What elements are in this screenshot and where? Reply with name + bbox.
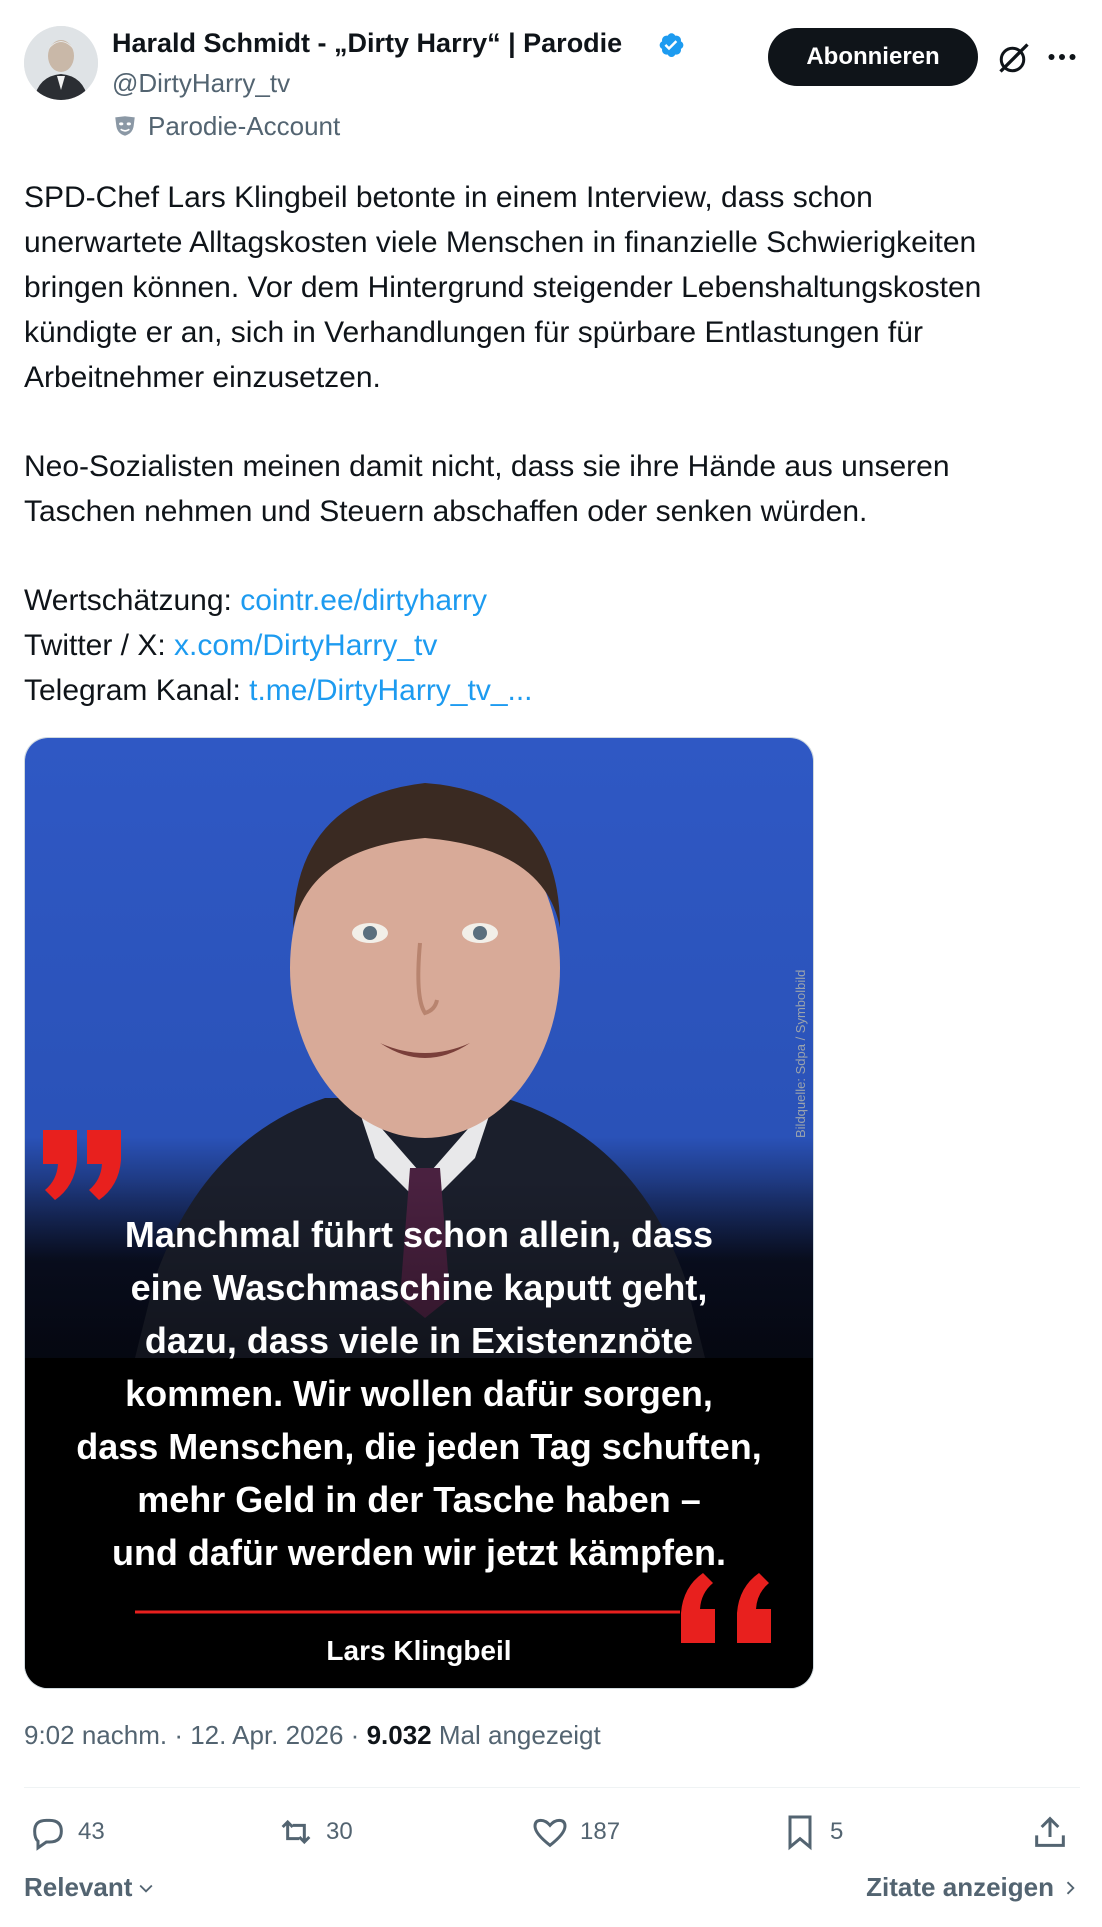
parody-account-row: Parodie-Account (112, 110, 340, 142)
link-label: Telegram Kanal: (24, 674, 241, 707)
tweet-text-line: Neo-Sozialisten meinen damit nicht, dass… (24, 450, 950, 483)
quote-author: Lars Klingbeil (326, 1635, 512, 1666)
more-options-icon[interactable] (1044, 42, 1080, 72)
avatar-image (24, 26, 98, 100)
tip-link[interactable]: cointr.ee/dirtyharry (240, 584, 487, 617)
view-count: 9.032 (366, 1720, 432, 1750)
sort-replies-dropdown[interactable]: Relevant (24, 1872, 156, 1903)
twitter-link[interactable]: x.com/DirtyHarry_tv (174, 629, 437, 662)
tweet-meta: 9:02 nachm. · 12. Apr. 2026 · 9.032 Mal … (24, 1720, 601, 1751)
parody-mask-icon (115, 116, 135, 136)
avatar[interactable] (24, 26, 98, 100)
handle[interactable]: @DirtyHarry_tv (112, 68, 290, 99)
quote-line: und dafür werden wir jetzt kämpfen. (111, 1532, 727, 1573)
link-row-tip: Wertschätzung: cointr.ee/dirtyharry (24, 583, 487, 619)
display-name[interactable]: Harald Schmidt - „Dirty Harry“ | Parodie (112, 28, 622, 59)
tweet-date[interactable]: 12. Apr. 2026 (190, 1720, 343, 1750)
bookmark-button[interactable]: 5 (780, 1808, 843, 1856)
parody-account-label: Parodie-Account (148, 110, 341, 141)
quote-line: dazu, dass viele in Existenznöte (144, 1320, 694, 1361)
like-button[interactable]: 187 (530, 1808, 620, 1856)
tweet-text-line: unerwartete Alltagskosten viele Menschen… (24, 226, 977, 259)
tweet-text-line: kündigte er an, sich in Verhandlungen fü… (24, 316, 923, 349)
sort-label: Relevant (24, 1872, 133, 1902)
share-button[interactable] (1030, 1808, 1070, 1856)
like-count: 187 (580, 1818, 621, 1845)
reply-icon (33, 1818, 63, 1851)
verified-badge-icon[interactable] (656, 30, 686, 60)
bookmark-icon (788, 1815, 812, 1851)
repost-count: 30 (326, 1818, 353, 1845)
tweet-text-line: bringen können. Vor dem Hintergrund stei… (24, 271, 982, 304)
chevron-right-icon (1066, 1881, 1075, 1894)
quote-text: Manchmal führt schon allein, dass eine W… (25, 1208, 813, 1579)
quotes-label: Zitate anzeigen (866, 1872, 1054, 1902)
separator: · (167, 1720, 191, 1750)
tweet-text-line: Arbeitnehmer einzusetzen. (24, 361, 381, 394)
quote-line: kommen. Wir wollen dafür sorgen, (125, 1373, 713, 1414)
grok-icon[interactable] (996, 40, 1032, 76)
reply-count: 43 (78, 1818, 105, 1845)
chevron-down-icon (139, 1884, 153, 1893)
link-row-telegram: Telegram Kanal: t.me/DirtyHarry_tv_... (24, 673, 533, 709)
tweet-image[interactable]: Manchmal führt schon allein, dass eine W… (24, 737, 814, 1689)
quote-line: Manchmal führt schon allein, dass (124, 1214, 714, 1255)
repost-button[interactable]: 30 (276, 1808, 353, 1856)
quote-line: dass Menschen, die jeden Tag schuften, (76, 1426, 762, 1467)
telegram-link[interactable]: t.me/DirtyHarry_tv_... (249, 674, 532, 707)
follow-button[interactable]: Abonnieren (768, 28, 978, 86)
view-quotes-link[interactable]: Zitate anzeigen (866, 1872, 1080, 1903)
bookmark-count: 5 (830, 1818, 844, 1845)
quote-line: eine Waschmaschine kaputt geht, (130, 1267, 708, 1308)
divider (24, 1787, 1080, 1788)
view-label: Mal angezeigt (431, 1720, 601, 1750)
link-label: Twitter / X: (24, 629, 166, 662)
repost-icon (281, 1819, 311, 1845)
share-icon (1035, 1816, 1065, 1847)
image-credit: Bildquelle: Sdpa / Symbolbild (793, 969, 808, 1138)
tweet-text-line: SPD-Chef Lars Klingbeil betonte in einem… (24, 181, 873, 214)
tweet-time[interactable]: 9:02 nachm. (24, 1720, 167, 1750)
link-label: Wertschätzung: (24, 584, 232, 617)
heart-icon (533, 1818, 567, 1848)
separator: · (343, 1720, 367, 1750)
tweet-text-line: Taschen nehmen und Steuern abschaffen od… (24, 495, 868, 528)
reply-button[interactable]: 43 (28, 1808, 105, 1856)
link-row-twitter: Twitter / X: x.com/DirtyHarry_tv (24, 628, 437, 664)
quote-line: mehr Geld in der Tasche haben – (137, 1479, 701, 1520)
